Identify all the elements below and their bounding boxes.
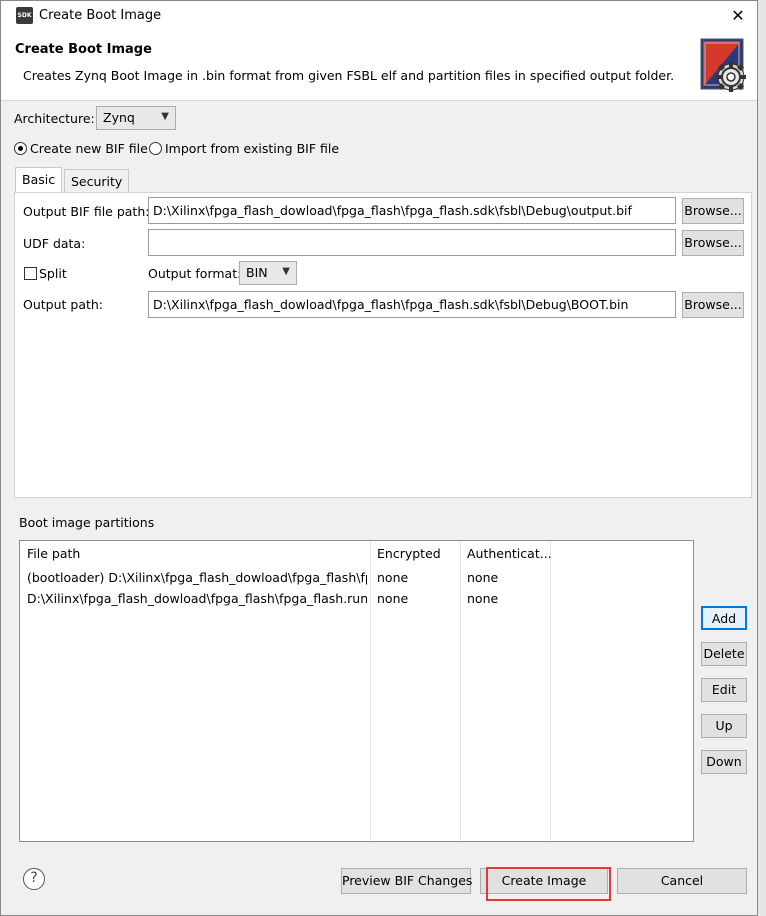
udf-data-input[interactable] — [148, 229, 676, 256]
tab-basic[interactable]: Basic — [15, 167, 63, 193]
table-row-1-authentication[interactable]: none — [467, 570, 498, 585]
import-existing-bif-radio[interactable] — [149, 142, 162, 155]
split-checkbox[interactable] — [24, 267, 37, 280]
output-format-value: BIN — [246, 265, 268, 280]
output-path-label: Output path: — [23, 297, 104, 312]
window-title: Create Boot Image — [39, 8, 162, 23]
udf-data-label: UDF data: — [23, 236, 86, 251]
title-bar: SDK Create Boot Image ✕ — [1, 1, 757, 31]
architecture-value: Zynq — [103, 110, 135, 125]
move-up-button[interactable]: Up — [701, 714, 747, 738]
output-bif-path-input[interactable]: D:\Xilinx\fpga_flash_dowload\fpga_flash\… — [148, 197, 676, 224]
output-format-label: Output format: — [148, 266, 242, 281]
table-row-1-encrypted[interactable]: none — [377, 570, 408, 585]
background-window-right — [758, 0, 766, 916]
column-divider — [370, 541, 371, 841]
table-row-2-encrypted[interactable]: none — [377, 591, 408, 606]
column-divider — [460, 541, 461, 841]
table-row-2-file-path[interactable]: D:\Xilinx\fpga_flash_dowload\fpga_flash\… — [27, 591, 367, 606]
basic-tab-panel: Output BIF file path: D:\Xilinx\fpga_fla… — [14, 192, 752, 498]
create-boot-image-dialog: SDK Create Boot Image ✕ Create Boot Imag… — [0, 0, 758, 916]
output-bif-browse-button[interactable]: Browse... — [682, 198, 744, 224]
chevron-down-icon: ▼ — [282, 266, 290, 277]
help-icon[interactable]: ? — [23, 868, 45, 890]
edit-partition-button[interactable]: Edit — [701, 678, 747, 702]
udf-browse-button[interactable]: Browse... — [682, 230, 744, 256]
output-path-input[interactable]: D:\Xilinx\fpga_flash_dowload\fpga_flash\… — [148, 291, 676, 318]
partitions-label: Boot image partitions — [19, 515, 155, 530]
column-divider — [550, 541, 551, 841]
cancel-button[interactable]: Cancel — [617, 868, 747, 894]
column-header-file-path[interactable]: File path — [27, 546, 80, 561]
tab-basic-label: Basic — [22, 172, 56, 187]
move-down-button[interactable]: Down — [701, 750, 747, 774]
delete-partition-button[interactable]: Delete — [701, 642, 747, 666]
close-icon[interactable]: ✕ — [727, 5, 749, 27]
tab-security[interactable]: Security — [64, 169, 130, 193]
architecture-label: Architecture: — [14, 111, 95, 126]
tab-security-label: Security — [71, 174, 123, 189]
chevron-down-icon: ▼ — [161, 111, 169, 122]
import-existing-bif-label[interactable]: Import from existing BIF file — [165, 141, 339, 156]
table-row-2-authentication[interactable]: none — [467, 591, 498, 606]
partitions-table[interactable]: File path Encrypted Authenticat... (boot… — [19, 540, 694, 842]
create-new-bif-radio[interactable] — [14, 142, 27, 155]
column-header-encrypted[interactable]: Encrypted — [377, 546, 441, 561]
preview-bif-changes-button[interactable]: Preview BIF Changes — [341, 868, 472, 894]
output-bif-label: Output BIF file path: — [23, 204, 150, 219]
add-partition-button[interactable]: Add — [701, 606, 747, 630]
column-header-authentication[interactable]: Authenticat... — [467, 546, 552, 561]
architecture-select[interactable]: Zynq ▼ — [96, 106, 176, 130]
output-format-select[interactable]: BIN ▼ — [239, 261, 297, 285]
banner-title: Create Boot Image — [15, 42, 152, 57]
banner-description: Creates Zynq Boot Image in .bin format f… — [23, 68, 675, 83]
sdk-app-icon: SDK — [16, 7, 33, 24]
output-path-browse-button[interactable]: Browse... — [682, 292, 744, 318]
split-label[interactable]: Split — [39, 266, 67, 281]
create-new-bif-label[interactable]: Create new BIF file — [30, 141, 148, 156]
header-banner: Create Boot Image Creates Zynq Boot Imag… — [1, 31, 757, 101]
boot-image-gear-icon — [700, 38, 746, 92]
table-row-1-file-path[interactable]: (bootloader) D:\Xilinx\fpga_flash_dowloa… — [27, 570, 367, 585]
create-image-button[interactable]: Create Image — [480, 868, 608, 894]
